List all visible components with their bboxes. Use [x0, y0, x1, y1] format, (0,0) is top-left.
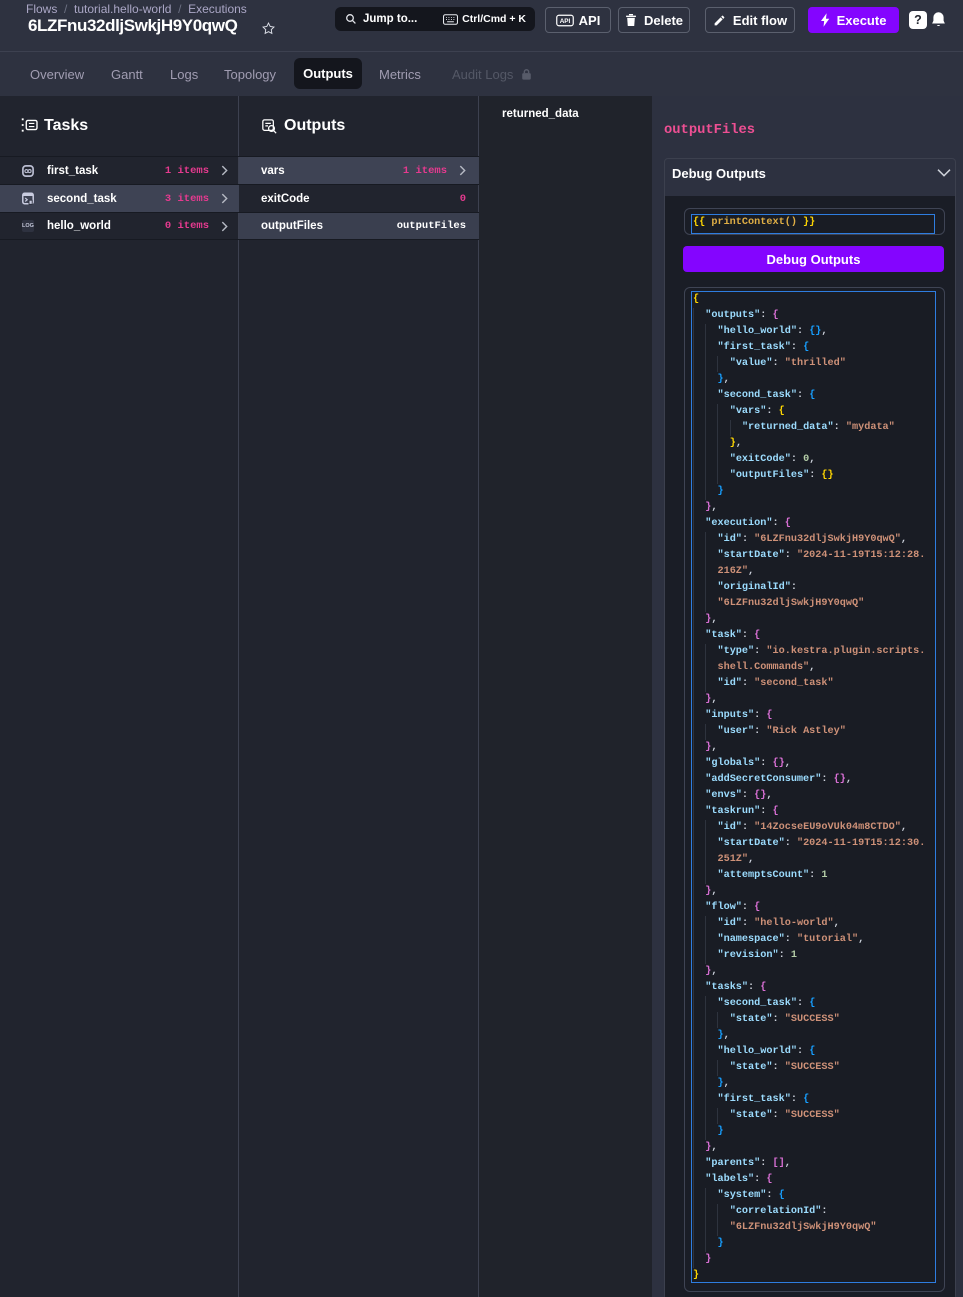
svg-text:API: API — [559, 18, 570, 25]
